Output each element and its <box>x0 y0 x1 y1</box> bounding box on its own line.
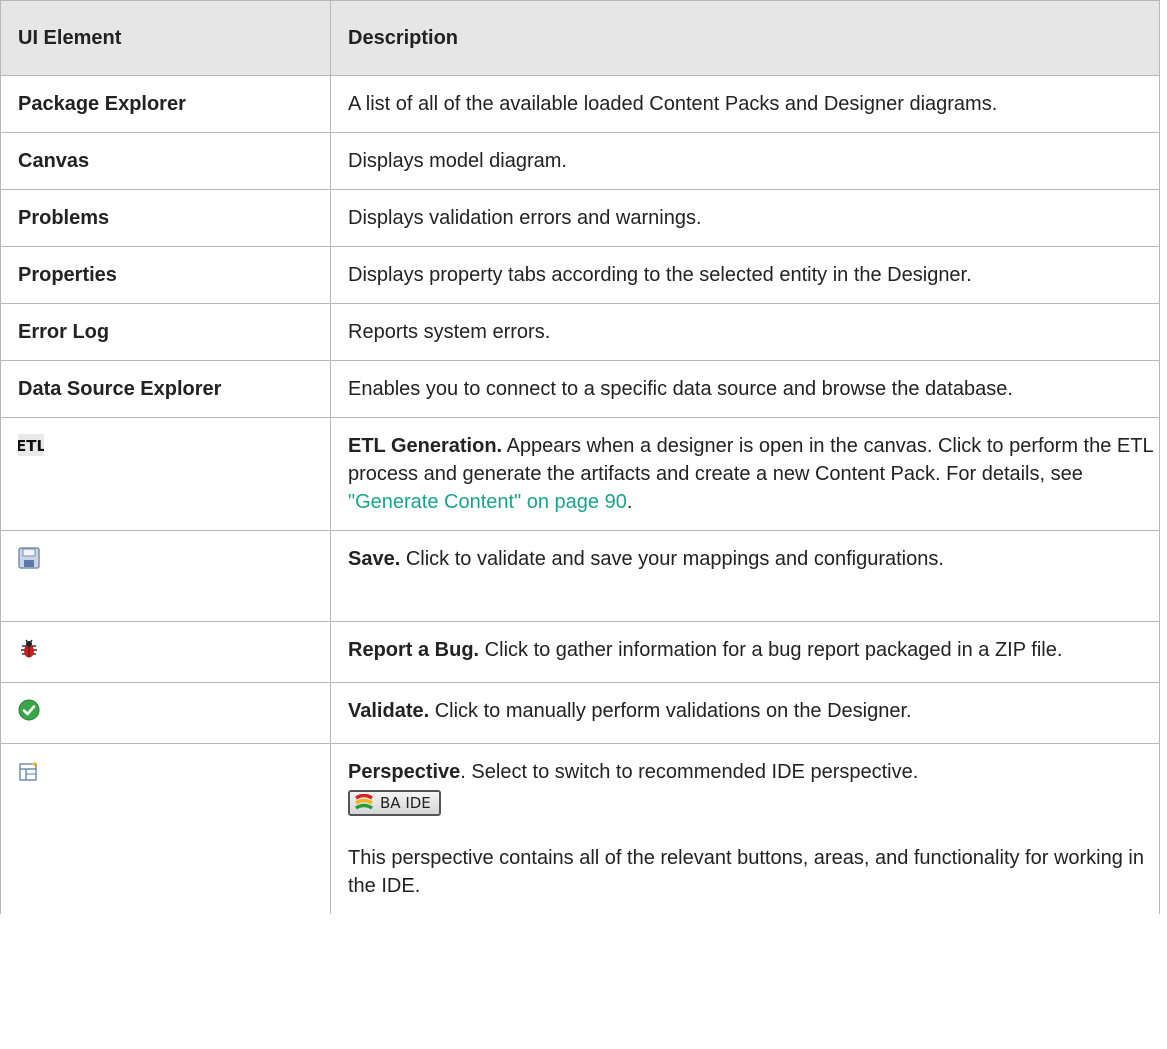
table-row: Error Log Reports system errors. <box>0 303 1160 361</box>
row-icon-cell <box>0 743 331 914</box>
table-row: Canvas Displays model diagram. <box>0 132 1160 190</box>
row-element-name: Package Explorer <box>0 75 331 133</box>
ba-ide-logo-icon <box>355 794 373 810</box>
table-row: Data Source Explorer Enables you to conn… <box>0 360 1160 418</box>
validate-check-icon[interactable] <box>18 699 40 729</box>
row-icon-cell <box>0 530 331 622</box>
row-icon-cell <box>0 682 331 744</box>
bug-description: Click to gather information for a bug re… <box>479 639 1063 661</box>
row-description: Perspective. Select to switch to recomme… <box>330 743 1160 914</box>
etl-suffix: . <box>626 491 633 513</box>
table-row: Report a Bug. Click to gather informatio… <box>0 621 1160 683</box>
row-description: Validate. Click to manually perform vali… <box>330 682 1160 744</box>
row-icon-cell: ETL <box>0 417 331 531</box>
row-description: Reports system errors. <box>330 303 1160 361</box>
row-description: Displays property tabs according to the … <box>330 246 1160 304</box>
table-row: ETL ETL Generation. Appears when a desig… <box>0 417 1160 531</box>
validate-description: Click to manually perform validations on… <box>429 700 912 722</box>
row-description: Report a Bug. Click to gather informatio… <box>330 621 1160 683</box>
table-header-row: UI Element Description <box>0 0 1160 76</box>
table-row: Package Explorer A list of all of the av… <box>0 75 1160 133</box>
table-row: Save. Click to validate and save your ma… <box>0 530 1160 622</box>
row-description: Save. Click to validate and save your ma… <box>330 530 1160 622</box>
table-row: Perspective. Select to switch to recomme… <box>0 743 1160 914</box>
perspective-icon[interactable] <box>18 760 40 790</box>
row-description: Displays model diagram. <box>330 132 1160 190</box>
bug-icon[interactable] <box>18 638 40 668</box>
row-element-name: Problems <box>0 189 331 247</box>
generate-content-link[interactable]: "Generate Content" on page 90 <box>348 491 627 513</box>
etl-icon[interactable]: ETL <box>16 434 46 464</box>
perspective-description: . Select to switch to recommended IDE pe… <box>460 761 919 783</box>
save-title: Save. <box>348 548 401 570</box>
header-ui-element: UI Element <box>0 0 331 76</box>
row-icon-cell <box>0 621 331 683</box>
row-description: Displays validation errors and warnings. <box>330 189 1160 247</box>
row-description: ETL Generation. Appears when a designer … <box>330 417 1160 531</box>
ba-ide-perspective-button[interactable]: BA IDE <box>348 790 441 816</box>
bug-title: Report a Bug. <box>348 639 480 661</box>
row-description: A list of all of the available loaded Co… <box>330 75 1160 133</box>
validate-title: Validate. <box>348 700 430 722</box>
table-row: Properties Displays property tabs accord… <box>0 246 1160 304</box>
row-element-name: Data Source Explorer <box>0 360 331 418</box>
row-element-name: Properties <box>0 246 331 304</box>
row-description: Enables you to connect to a specific dat… <box>330 360 1160 418</box>
row-element-name: Error Log <box>0 303 331 361</box>
header-description: Description <box>330 0 1160 76</box>
row-element-name: Canvas <box>0 132 331 190</box>
perspective-line: Perspective. Select to switch to recomme… <box>348 758 1153 786</box>
etl-title: ETL Generation. <box>348 435 503 457</box>
save-description: Click to validate and save your mappings… <box>400 548 944 570</box>
ui-elements-table: UI Element Description Package Explorer … <box>0 0 1160 914</box>
perspective-title: Perspective <box>348 761 461 783</box>
ba-ide-label: BA IDE <box>380 794 431 812</box>
table-row: Problems Displays validation errors and … <box>0 189 1160 247</box>
save-icon[interactable] <box>18 547 40 577</box>
perspective-extra: This perspective contains all of the rel… <box>348 847 1144 897</box>
etl-icon-text: ETL <box>18 437 44 455</box>
table-row: Validate. Click to manually perform vali… <box>0 682 1160 744</box>
